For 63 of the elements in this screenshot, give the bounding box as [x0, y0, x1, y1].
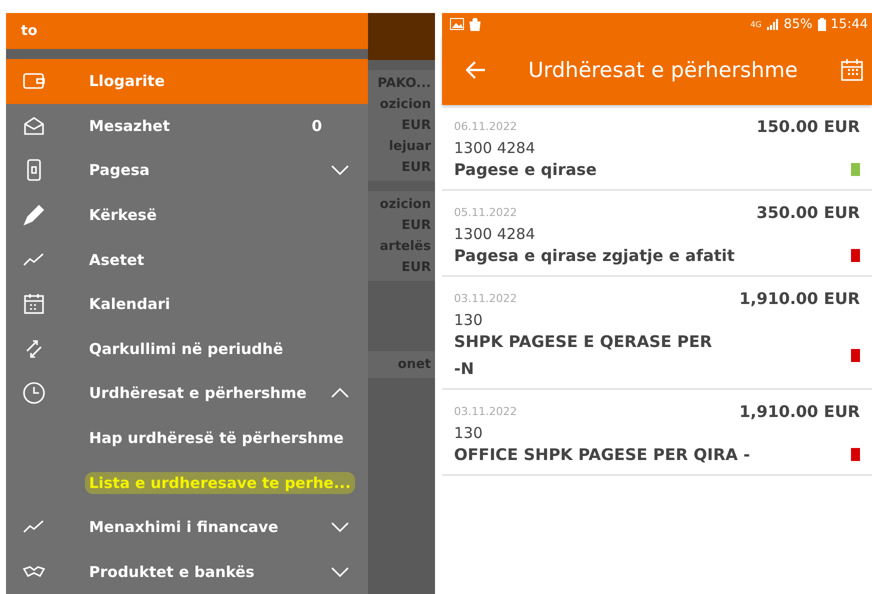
order-amount: 1,910.00 EUR — [739, 402, 860, 421]
order-amount: 1,910.00 EUR — [739, 289, 860, 308]
standing-order-row[interactable]: 05.11.2022 350.00 EUR 1300 4284 Pagesa e qirase zgjatje e afatit — [442, 191, 872, 277]
standing-order-row[interactable]: 03.11.2022 1,910.00 EUR 130 OFFICE SHPK PAGESE PER QIRA - — [442, 390, 872, 476]
calendar-icon — [22, 292, 46, 316]
background-text: EUR — [402, 218, 431, 233]
order-date: 03.11.2022 — [454, 405, 517, 418]
submenu-item[interactable]: Lista e urdheresave te perhe... — [85, 472, 355, 494]
menu-item[interactable]: Qarkullimi në periudhë — [6, 326, 368, 372]
battery-percent: 85% — [784, 16, 813, 32]
menu-item[interactable]: Llogarite — [6, 59, 368, 104]
account-number: 1300 4284 — [454, 139, 536, 157]
order-amount: 150.00 EUR — [756, 117, 860, 136]
order-description: SHPK PAGESE E QERASE PER — [454, 332, 712, 351]
battery-icon — [818, 18, 826, 30]
menu-item[interactable]: Kërkesë — [6, 192, 368, 238]
image-icon — [450, 18, 464, 30]
username: to — [21, 23, 38, 40]
back-arrow-icon[interactable] — [466, 61, 486, 79]
background-text: ozicion — [380, 197, 431, 212]
background-text: lejuar — [388, 139, 431, 154]
background-text: EUR — [402, 160, 431, 175]
chevron-down-icon[interactable] — [330, 521, 350, 534]
standing-order-row[interactable]: 06.11.2022 150.00 EUR 1300 4284 Pagese e qirase — [442, 105, 872, 191]
menu-item[interactable]: Pagesa — [6, 148, 368, 193]
account-number: 130 — [454, 424, 484, 442]
background-text: onet — [398, 357, 431, 372]
background-text: ozicion — [380, 97, 431, 112]
background-text: artelës — [380, 239, 431, 254]
screen-title: Urdhëresat e përhershme — [527, 58, 799, 82]
chevron-down-icon[interactable] — [330, 164, 350, 176]
signal-icon — [766, 18, 779, 30]
chevron-up-icon[interactable] — [330, 387, 350, 400]
app-bar-background — [368, 13, 435, 60]
network-label: 4G — [750, 20, 762, 28]
standing-order-row[interactable]: 03.11.2022 1,910.00 EUR 130 SHPK PAGESE E QERASE PER -N — [442, 277, 872, 390]
menu-item[interactable]: Kalendari — [6, 282, 368, 327]
background-text: EUR — [402, 118, 431, 133]
order-description: Pagesa e qirase zgjatje e afatit — [454, 246, 735, 265]
background-text: EUR — [402, 260, 431, 275]
chevron-down-icon[interactable] — [330, 566, 350, 578]
order-description: -N — [454, 359, 476, 378]
calendar-icon[interactable] — [840, 58, 864, 82]
order-date: 05.11.2022 — [454, 206, 517, 219]
submenu-item[interactable]: Hap urdhëresë të përhershme — [85, 426, 348, 449]
menu-item[interactable]: Produktet e bankës — [6, 549, 368, 594]
menu-item[interactable]: Asetet — [6, 237, 368, 282]
account-number: 130 — [454, 311, 484, 329]
account-number: 1300 4284 — [454, 225, 536, 243]
order-description: OFFICE SHPK PAGESE PER QIRA - — [454, 445, 750, 464]
order-amount: 350.00 EUR — [756, 203, 860, 222]
background-text: PAKO... — [378, 76, 431, 91]
menu-item[interactable]: Urdhëresat e përhershme — [6, 371, 368, 416]
order-description: Pagese e qirase — [454, 160, 597, 179]
clock-icon — [22, 381, 46, 406]
menu-item[interactable]: Mesazhet 0 — [6, 104, 368, 148]
order-date: 03.11.2022 — [454, 292, 517, 305]
menu-item[interactable]: Menaxhimi i financave — [6, 504, 368, 550]
clock-time: 15:44 — [830, 16, 868, 32]
shopping-bag-icon — [469, 18, 481, 30]
order-date: 06.11.2022 — [454, 120, 517, 133]
pencil-icon — [22, 203, 46, 228]
message-count: 0 — [312, 116, 322, 135]
